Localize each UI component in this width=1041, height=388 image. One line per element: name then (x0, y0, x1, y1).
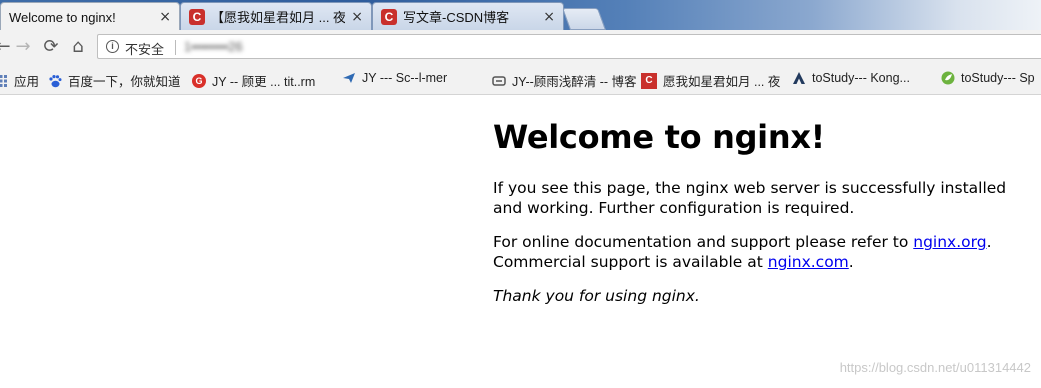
link-icon (492, 74, 506, 88)
tab-title: Welcome to nginx! (9, 9, 116, 25)
apps-icon (0, 74, 8, 88)
tab-csdn-article[interactable]: C 【愿我如星君如月 ... 夜夜 × (180, 2, 372, 30)
page-heading: Welcome to nginx! (493, 118, 825, 156)
info-icon[interactable]: i (106, 40, 119, 53)
security-label[interactable]: 不安全 (125, 39, 164, 58)
support-text-end: . (986, 233, 992, 251)
new-tab-button[interactable] (561, 8, 607, 30)
page-content: Welcome to nginx! If you see this page, … (493, 118, 1013, 320)
bookmark-label: JY --- Sc--l-mer (362, 71, 448, 85)
thanks-paragraph: Thank you for using nginx. (493, 286, 1013, 306)
bookmarks-bar: 应用 百度一下，你就知道 G JY -- 顾更 ... tit..rm JY -… (0, 64, 1041, 95)
commercial-text: Commercial support is available at (493, 253, 768, 271)
csdn-icon: C (381, 8, 397, 25)
baidu-paw-icon (48, 74, 62, 88)
bookmark-label: JY -- 顾更 ... tit..rm (212, 75, 316, 89)
arch-icon (792, 71, 806, 85)
commercial-text-end: . (848, 253, 854, 271)
bookmark-jy-link[interactable]: JY--顾雨浅醉清 -- 博客 (492, 71, 637, 90)
bookmark-csdn[interactable]: C 愿我如星君如月 ... 夜 (641, 71, 780, 90)
url-text[interactable]: 1▪▪▪▪▪▪▪▪26 (184, 39, 243, 54)
bookmark-label: toStudy--- Kong... (812, 71, 910, 85)
bookmark-label: 应用 (14, 75, 40, 89)
install-paragraph: If you see this page, the nginx web serv… (493, 179, 1007, 217)
bookmark-label: toStudy--- Sp (961, 71, 1035, 85)
bookmark-tostudy-kong[interactable]: toStudy--- Kong... (792, 71, 910, 85)
spring-icon (941, 71, 955, 85)
nginx-com-link[interactable]: nginx.com (768, 253, 849, 271)
tab-strip: Welcome to nginx! × C 【愿我如星君如月 ... 夜夜 × … (0, 0, 1041, 30)
csdn-icon: C (189, 8, 205, 25)
close-icon[interactable]: × (351, 9, 363, 25)
home-button[interactable]: ⌂ (67, 35, 89, 57)
tab-title: 【愿我如星君如月 ... 夜夜 (211, 10, 346, 25)
tab-nginx-welcome[interactable]: Welcome to nginx! × (0, 2, 180, 30)
bookmark-label: 百度一下，你就知道 (68, 75, 181, 89)
close-icon[interactable]: × (543, 9, 555, 25)
paper-plane-icon (342, 71, 356, 85)
close-icon[interactable]: × (159, 9, 171, 25)
watermark: https://blog.csdn.net/u011314442 (839, 360, 1031, 375)
bookmark-jy-telegram[interactable]: JY --- Sc--l-mer (342, 71, 447, 85)
nginx-org-link[interactable]: nginx.org (913, 233, 986, 251)
thanks-text: Thank you for using nginx. (493, 287, 700, 305)
bookmark-baidu[interactable]: 百度一下，你就知道 (48, 71, 181, 90)
address-bar[interactable]: i 不安全 1▪▪▪▪▪▪▪▪26 (97, 34, 1041, 59)
bookmark-label: 愿我如星君如月 ... 夜 (663, 75, 781, 89)
browser-toolbar: ← → ⟳ ⌂ i 不安全 1▪▪▪▪▪▪▪▪26 (0, 30, 1041, 65)
tab-csdn-write[interactable]: C 写文章-CSDN博客 × (372, 2, 564, 30)
bookmark-label: JY--顾雨浅醉清 -- 博客 (512, 75, 637, 89)
forward-button[interactable]: → (12, 35, 34, 57)
divider (175, 40, 176, 55)
tab-title: 写文章-CSDN博客 (403, 10, 510, 25)
gitee-icon: G (192, 73, 206, 88)
reload-button[interactable]: ⟳ (40, 35, 62, 57)
bookmark-jy-gitee[interactable]: G JY -- 顾更 ... tit..rm (192, 71, 315, 90)
support-text: For online documentation and support ple… (493, 233, 914, 251)
bookmark-tostudy-spring[interactable]: toStudy--- Sp (941, 71, 1035, 85)
csdn-icon: C (641, 72, 657, 89)
bookmark-apps[interactable]: 应用 (0, 71, 39, 90)
support-paragraph: For online documentation and support ple… (493, 232, 1013, 272)
